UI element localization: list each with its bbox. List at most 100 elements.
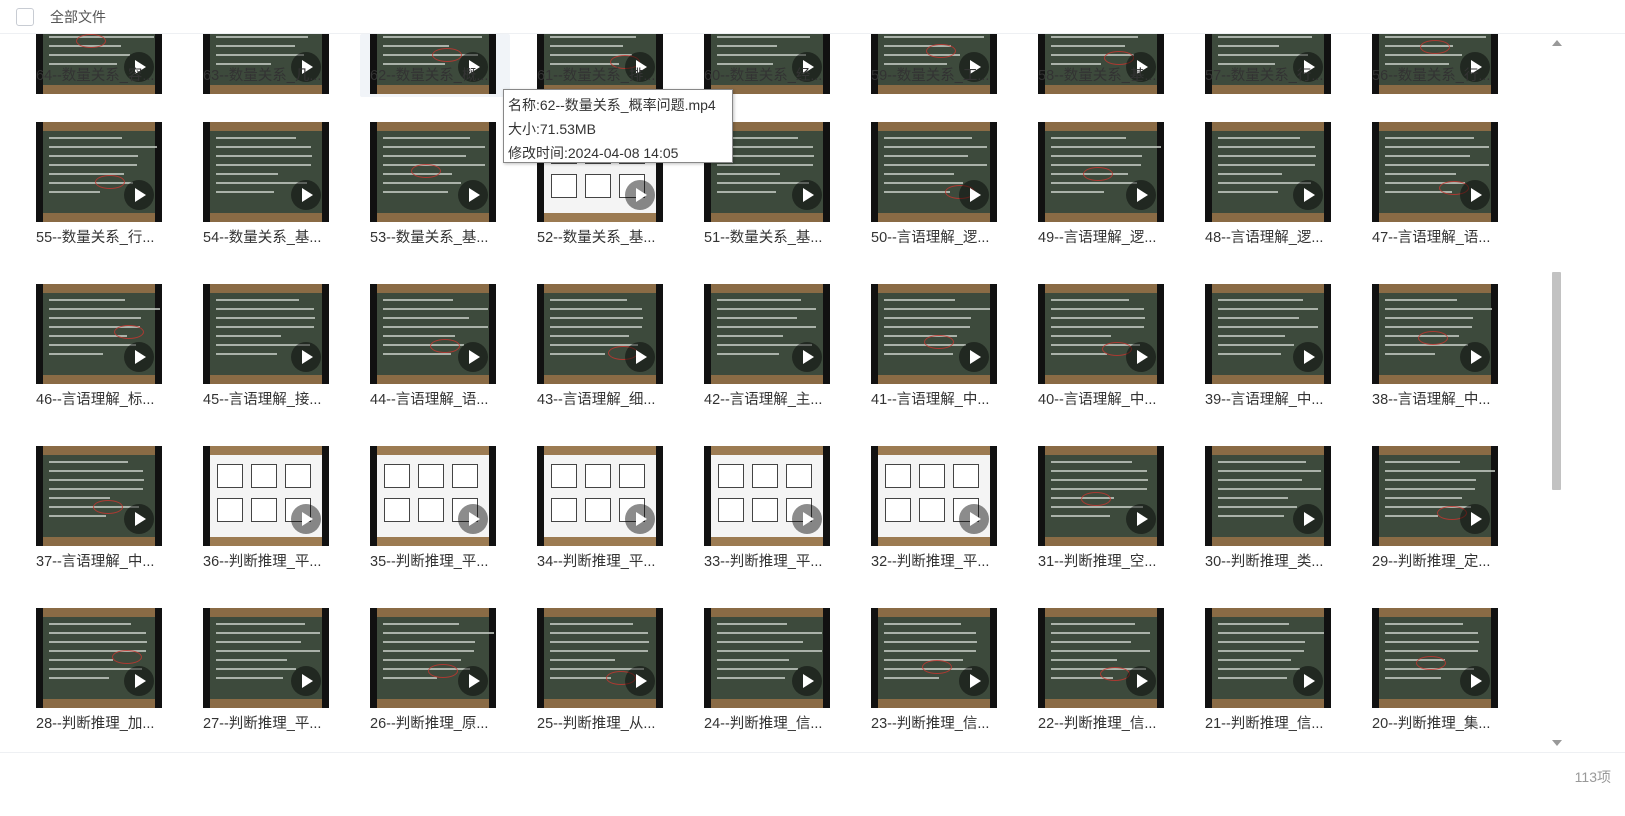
- play-icon[interactable]: [291, 180, 321, 210]
- file-name[interactable]: 48--言语理解_逻...: [1205, 229, 1345, 247]
- play-icon[interactable]: [625, 666, 655, 696]
- file-name[interactable]: 64--数量关系_容...: [36, 67, 176, 85]
- play-icon[interactable]: [1460, 180, 1490, 210]
- video-thumbnail[interactable]: [537, 34, 663, 94]
- video-thumbnail[interactable]: [1038, 446, 1164, 546]
- play-icon[interactable]: [124, 504, 154, 534]
- video-thumbnail[interactable]: [704, 34, 830, 94]
- file-name[interactable]: 40--言语理解_中...: [1038, 391, 1178, 409]
- video-thumbnail[interactable]: [36, 608, 162, 708]
- scroll-up-arrow-icon[interactable]: [1552, 40, 1562, 46]
- video-thumbnail[interactable]: [704, 608, 830, 708]
- play-icon[interactable]: [1293, 666, 1323, 696]
- video-thumbnail[interactable]: [36, 284, 162, 384]
- select-all-checkbox[interactable]: [16, 8, 34, 26]
- video-thumbnail[interactable]: [1205, 284, 1331, 384]
- file-name[interactable]: 22--判断推理_信...: [1038, 715, 1178, 733]
- play-icon[interactable]: [625, 342, 655, 372]
- video-thumbnail[interactable]: [36, 122, 162, 222]
- file-name[interactable]: 33--判断推理_平...: [704, 553, 844, 571]
- file-name[interactable]: 36--判断推理_平...: [203, 553, 343, 571]
- video-thumbnail[interactable]: [370, 122, 496, 222]
- file-name[interactable]: 42--言语理解_主...: [704, 391, 844, 409]
- play-icon[interactable]: [1460, 666, 1490, 696]
- video-thumbnail[interactable]: [203, 34, 329, 94]
- file-name[interactable]: 44--言语理解_语...: [370, 391, 510, 409]
- file-name[interactable]: 57--数量关系_行...: [1205, 67, 1345, 85]
- vertical-scrollbar[interactable]: [1550, 36, 1564, 746]
- play-icon[interactable]: [458, 180, 488, 210]
- play-icon[interactable]: [1293, 180, 1323, 210]
- play-icon[interactable]: [458, 504, 488, 534]
- file-name[interactable]: 60--数量关系_经...: [704, 67, 844, 85]
- video-thumbnail[interactable]: [537, 608, 663, 708]
- play-icon[interactable]: [792, 180, 822, 210]
- scroll-down-arrow-icon[interactable]: [1552, 740, 1562, 746]
- play-icon[interactable]: [458, 342, 488, 372]
- video-thumbnail[interactable]: [370, 34, 496, 94]
- video-thumbnail[interactable]: [871, 446, 997, 546]
- file-name[interactable]: 32--判断推理_平...: [871, 553, 1011, 571]
- scrollbar-track[interactable]: [1552, 50, 1561, 730]
- file-name[interactable]: 61--数量关系_排...: [537, 67, 677, 85]
- video-thumbnail[interactable]: [1205, 122, 1331, 222]
- play-icon[interactable]: [625, 504, 655, 534]
- file-name[interactable]: 31--判断推理_空...: [1038, 553, 1178, 571]
- video-thumbnail[interactable]: [1038, 608, 1164, 708]
- file-name[interactable]: 38--言语理解_中...: [1372, 391, 1512, 409]
- file-name[interactable]: 21--判断推理_信...: [1205, 715, 1345, 733]
- video-thumbnail[interactable]: [1372, 446, 1498, 546]
- file-name[interactable]: 37--言语理解_中...: [36, 553, 176, 571]
- file-name[interactable]: 26--判断推理_原...: [370, 715, 510, 733]
- video-thumbnail[interactable]: [1038, 122, 1164, 222]
- video-thumbnail[interactable]: [203, 284, 329, 384]
- file-name[interactable]: 27--判断推理_平...: [203, 715, 343, 733]
- video-thumbnail[interactable]: [1038, 284, 1164, 384]
- video-thumbnail[interactable]: [537, 284, 663, 384]
- file-name[interactable]: 55--数量关系_行...: [36, 229, 176, 247]
- file-name[interactable]: 34--判断推理_平...: [537, 553, 677, 571]
- file-name[interactable]: 24--判断推理_信...: [704, 715, 844, 733]
- file-name[interactable]: 47--言语理解_语...: [1372, 229, 1512, 247]
- video-thumbnail[interactable]: [1372, 122, 1498, 222]
- video-thumbnail[interactable]: [370, 608, 496, 708]
- play-icon[interactable]: [124, 666, 154, 696]
- play-icon[interactable]: [291, 342, 321, 372]
- file-name[interactable]: 62--数量关系_概...: [370, 67, 510, 85]
- video-thumbnail[interactable]: [871, 608, 997, 708]
- video-thumbnail[interactable]: [370, 284, 496, 384]
- file-name[interactable]: 25--判断推理_从...: [537, 715, 677, 733]
- video-thumbnail[interactable]: [1205, 608, 1331, 708]
- file-name[interactable]: 23--判断推理_信...: [871, 715, 1011, 733]
- play-icon[interactable]: [792, 342, 822, 372]
- file-name[interactable]: 20--判断推理_集...: [1372, 715, 1512, 733]
- play-icon[interactable]: [458, 666, 488, 696]
- file-name[interactable]: 39--言语理解_中...: [1205, 391, 1345, 409]
- video-thumbnail[interactable]: [36, 34, 162, 94]
- video-thumbnail[interactable]: [36, 446, 162, 546]
- video-thumbnail[interactable]: [704, 446, 830, 546]
- play-icon[interactable]: [291, 666, 321, 696]
- file-name[interactable]: 53--数量关系_基...: [370, 229, 510, 247]
- video-thumbnail[interactable]: [871, 284, 997, 384]
- play-icon[interactable]: [1126, 504, 1156, 534]
- play-icon[interactable]: [291, 504, 321, 534]
- file-name[interactable]: 54--数量关系_基...: [203, 229, 343, 247]
- video-thumbnail[interactable]: [871, 122, 997, 222]
- play-icon[interactable]: [124, 342, 154, 372]
- play-icon[interactable]: [1293, 342, 1323, 372]
- file-name[interactable]: 59--数量关系_工...: [871, 67, 1011, 85]
- file-name[interactable]: 45--言语理解_接...: [203, 391, 343, 409]
- play-icon[interactable]: [1293, 504, 1323, 534]
- play-icon[interactable]: [1460, 504, 1490, 534]
- video-thumbnail[interactable]: [1038, 34, 1164, 94]
- play-icon[interactable]: [124, 180, 154, 210]
- file-name[interactable]: 63--数量关系_几...: [203, 67, 343, 85]
- play-icon[interactable]: [959, 180, 989, 210]
- file-name[interactable]: 30--判断推理_类...: [1205, 553, 1345, 571]
- play-icon[interactable]: [1460, 342, 1490, 372]
- play-icon[interactable]: [959, 342, 989, 372]
- file-name[interactable]: 50--言语理解_逻...: [871, 229, 1011, 247]
- video-thumbnail[interactable]: [871, 34, 997, 94]
- file-name[interactable]: 52--数量关系_基...: [537, 229, 677, 247]
